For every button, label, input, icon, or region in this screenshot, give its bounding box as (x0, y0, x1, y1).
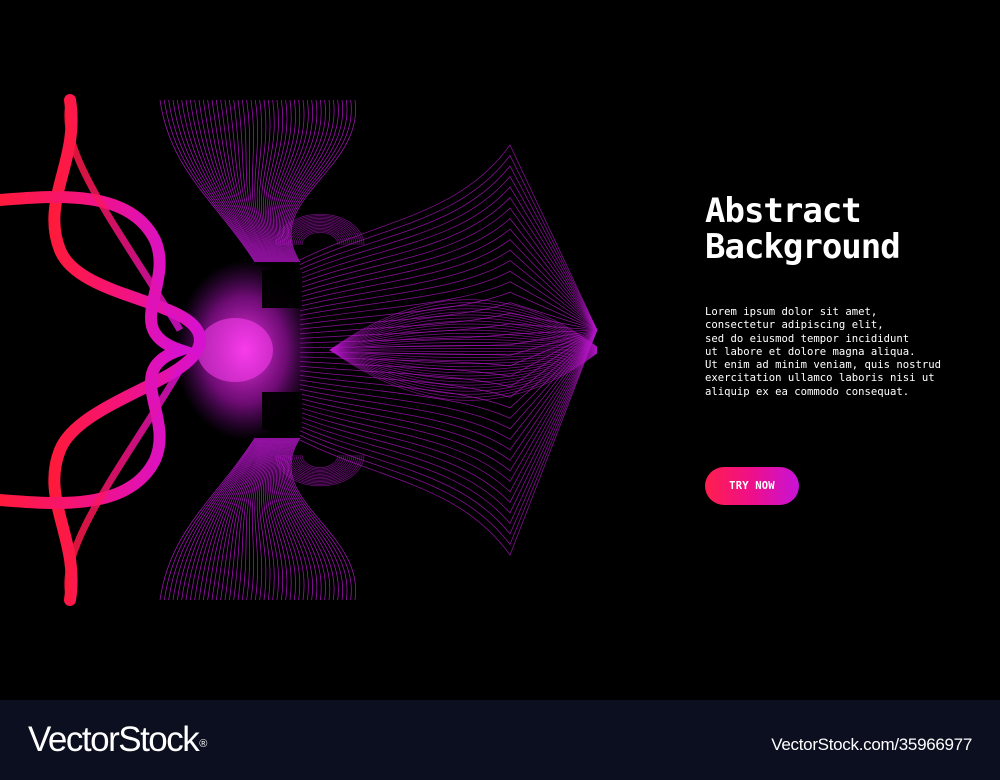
image-id: VectorStock.com/35966977 (771, 735, 972, 754)
description-line: consectetur adipiscing elit, (705, 319, 884, 332)
footer-bar: VectorStock® VectorStock.com/35966977 (0, 700, 1000, 780)
page: Abstract Background Lorem ipsum dolor si… (0, 0, 1000, 780)
registered-mark: ® (199, 738, 208, 750)
title-line-2: Background (705, 227, 901, 267)
description-line: aliquip ex ea commodo consequat. (705, 385, 910, 398)
try-now-button[interactable]: TRY NOW (705, 467, 799, 505)
description-line: ut labore et dolore magna aliqua. (705, 345, 916, 358)
page-title: Abstract Background (705, 191, 901, 267)
vectorstock-logo[interactable]: VectorStock® (28, 720, 207, 760)
title-line-1: Abstract (705, 191, 862, 231)
description-line: Lorem ipsum dolor sit amet, (705, 306, 878, 318)
description-line: sed do eiusmod tempor incididunt (705, 332, 910, 345)
description-line: Ut enim ad minim veniam, quis nostrud (705, 359, 941, 372)
brand-name: VectorStock (28, 720, 200, 759)
ribbon (0, 94, 207, 606)
abstract-wave-graphic (0, 94, 598, 606)
hero-section: Abstract Background Lorem ipsum dolor si… (0, 0, 1000, 700)
description-text: Lorem ipsum dolor sit amet, consectetur … (705, 306, 941, 399)
description-line: exercitation ullamco laboris nisi ut (705, 372, 935, 385)
